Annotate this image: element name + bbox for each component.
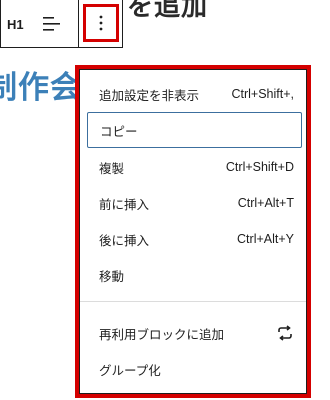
- background-heading-fragment: を追加: [127, 0, 209, 22]
- menu-item-label: 再利用ブロックに追加: [99, 326, 225, 342]
- menu-divider: [80, 301, 306, 302]
- heading-level-button[interactable]: H1: [7, 15, 29, 35]
- block-options-menu: 追加設定を非表示 Ctrl+Shift+, コピー 複製 Ctrl+Shift+…: [75, 65, 311, 398]
- vertical-ellipsis-icon: [99, 15, 103, 31]
- more-options-button[interactable]: [83, 4, 119, 42]
- menu-item-label: 複製: [99, 160, 125, 176]
- menu-panel: 追加設定を非表示 Ctrl+Shift+, コピー 複製 Ctrl+Shift+…: [79, 69, 307, 394]
- menu-item-label: 後に挿入: [99, 232, 150, 248]
- menu-item-group[interactable]: グループ化: [87, 351, 302, 387]
- menu-item-insert-before[interactable]: 前に挿入 Ctrl+Alt+T: [87, 185, 302, 221]
- menu-item-add-to-reusable[interactable]: 再利用ブロックに追加: [87, 315, 302, 351]
- reusable-block-icon: [276, 325, 294, 341]
- menu-item-duplicate[interactable]: 複製 Ctrl+Shift+D: [87, 149, 302, 185]
- menu-item-shortcut: Ctrl+Alt+T: [237, 196, 294, 210]
- menu-item-hide-more-settings[interactable]: 追加設定を非表示 Ctrl+Shift+,: [87, 76, 302, 112]
- menu-item-move[interactable]: 移動: [87, 257, 302, 293]
- menu-item-label: グループ化: [99, 362, 161, 378]
- menu-item-insert-after[interactable]: 後に挿入 Ctrl+Alt+Y: [87, 221, 302, 257]
- menu-item-shortcut: Ctrl+Shift+,: [231, 87, 294, 101]
- menu-item-label: コピー: [100, 123, 138, 139]
- menu-item-label: 前に挿入: [99, 196, 150, 212]
- menu-item-shortcut: Ctrl+Alt+Y: [237, 232, 294, 246]
- toolbar-separator: [78, 0, 79, 47]
- menu-item-label: 追加設定を非表示: [99, 87, 200, 103]
- menu-item-copy[interactable]: コピー: [87, 112, 302, 148]
- editor-stage: を追加 制作会社 H1 追加設定を非表示 Ctrl+Shift+,: [0, 0, 330, 400]
- align-icon[interactable]: [41, 14, 63, 34]
- menu-item-shortcut: Ctrl+Shift+D: [225, 160, 294, 174]
- block-toolbar: H1: [0, 0, 123, 48]
- menu-item-label: 移動: [99, 268, 125, 284]
